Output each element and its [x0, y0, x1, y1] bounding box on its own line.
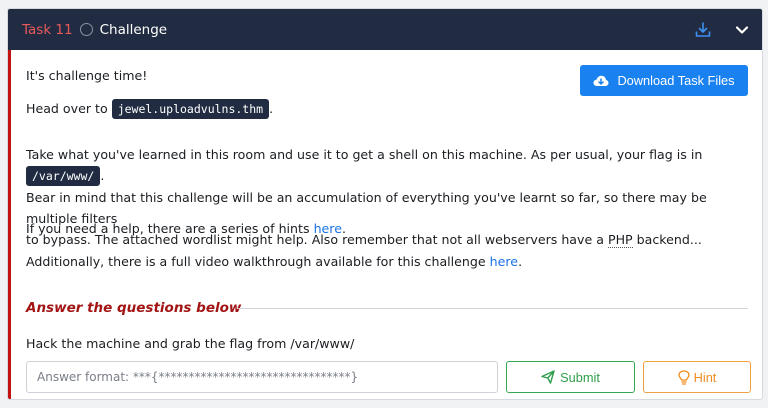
task-card: Task 11 Challenge It's challenge time! D… — [7, 8, 763, 400]
php-abbr: PHP — [607, 232, 633, 248]
hints-link[interactable]: here — [314, 221, 342, 236]
paragraph-line-3-suffix: backend... — [636, 232, 702, 247]
intro-text: It's challenge time! — [26, 68, 148, 83]
hints-suffix: . — [341, 221, 346, 236]
answer-divider — [237, 308, 748, 309]
cloud-download-icon — [593, 75, 609, 86]
paragraph-line-1-text: Take what you've learned in this room an… — [26, 147, 703, 162]
video-walkthrough-link[interactable]: here — [490, 254, 518, 269]
download-task-files-button[interactable]: Download Task Files — [580, 65, 748, 96]
hints-line: If you need a help, there are a series o… — [26, 218, 346, 239]
paragraph-line-1: Take what you've learned in this room an… — [26, 144, 761, 187]
video-prefix: Additionally, there is a full video walk… — [26, 254, 486, 269]
submit-label: Submit — [560, 369, 600, 385]
head-over-line: Head over to jewel.uploadvulns.thm. — [26, 98, 273, 120]
video-suffix: . — [518, 254, 523, 269]
hint-button[interactable]: Hint — [643, 361, 751, 393]
flag-path-code: /var/www/ — [26, 166, 101, 186]
task-title: Challenge — [99, 21, 168, 38]
download-icon[interactable] — [694, 21, 712, 39]
submit-button[interactable]: Submit — [506, 361, 635, 393]
host-code: jewel.uploadvulns.thm — [111, 99, 270, 119]
task-header[interactable]: Task 11 Challenge — [8, 9, 762, 50]
download-button-label: Download Task Files — [617, 73, 735, 88]
paragraph-line-1-suffix: . — [100, 168, 105, 183]
status-circle-icon — [79, 23, 93, 36]
answer-heading: Answer the questions below — [26, 300, 242, 316]
hint-label: Hint — [693, 369, 717, 385]
lightbulb-icon — [677, 369, 690, 385]
head-over-prefix: Head over to — [26, 101, 108, 116]
task-body: It's challenge time! Download Task Files… — [8, 50, 762, 399]
task-number: Task 11 — [22, 21, 73, 38]
paper-plane-icon — [541, 370, 555, 384]
answer-input[interactable] — [26, 361, 498, 393]
hints-prefix: If you need a help, there are a series o… — [26, 221, 310, 236]
head-over-suffix: . — [269, 101, 274, 116]
chevron-down-icon[interactable] — [734, 22, 750, 38]
question-text: Hack the machine and grab the flag from … — [26, 336, 355, 351]
video-line: Additionally, there is a full video walk… — [26, 251, 522, 272]
